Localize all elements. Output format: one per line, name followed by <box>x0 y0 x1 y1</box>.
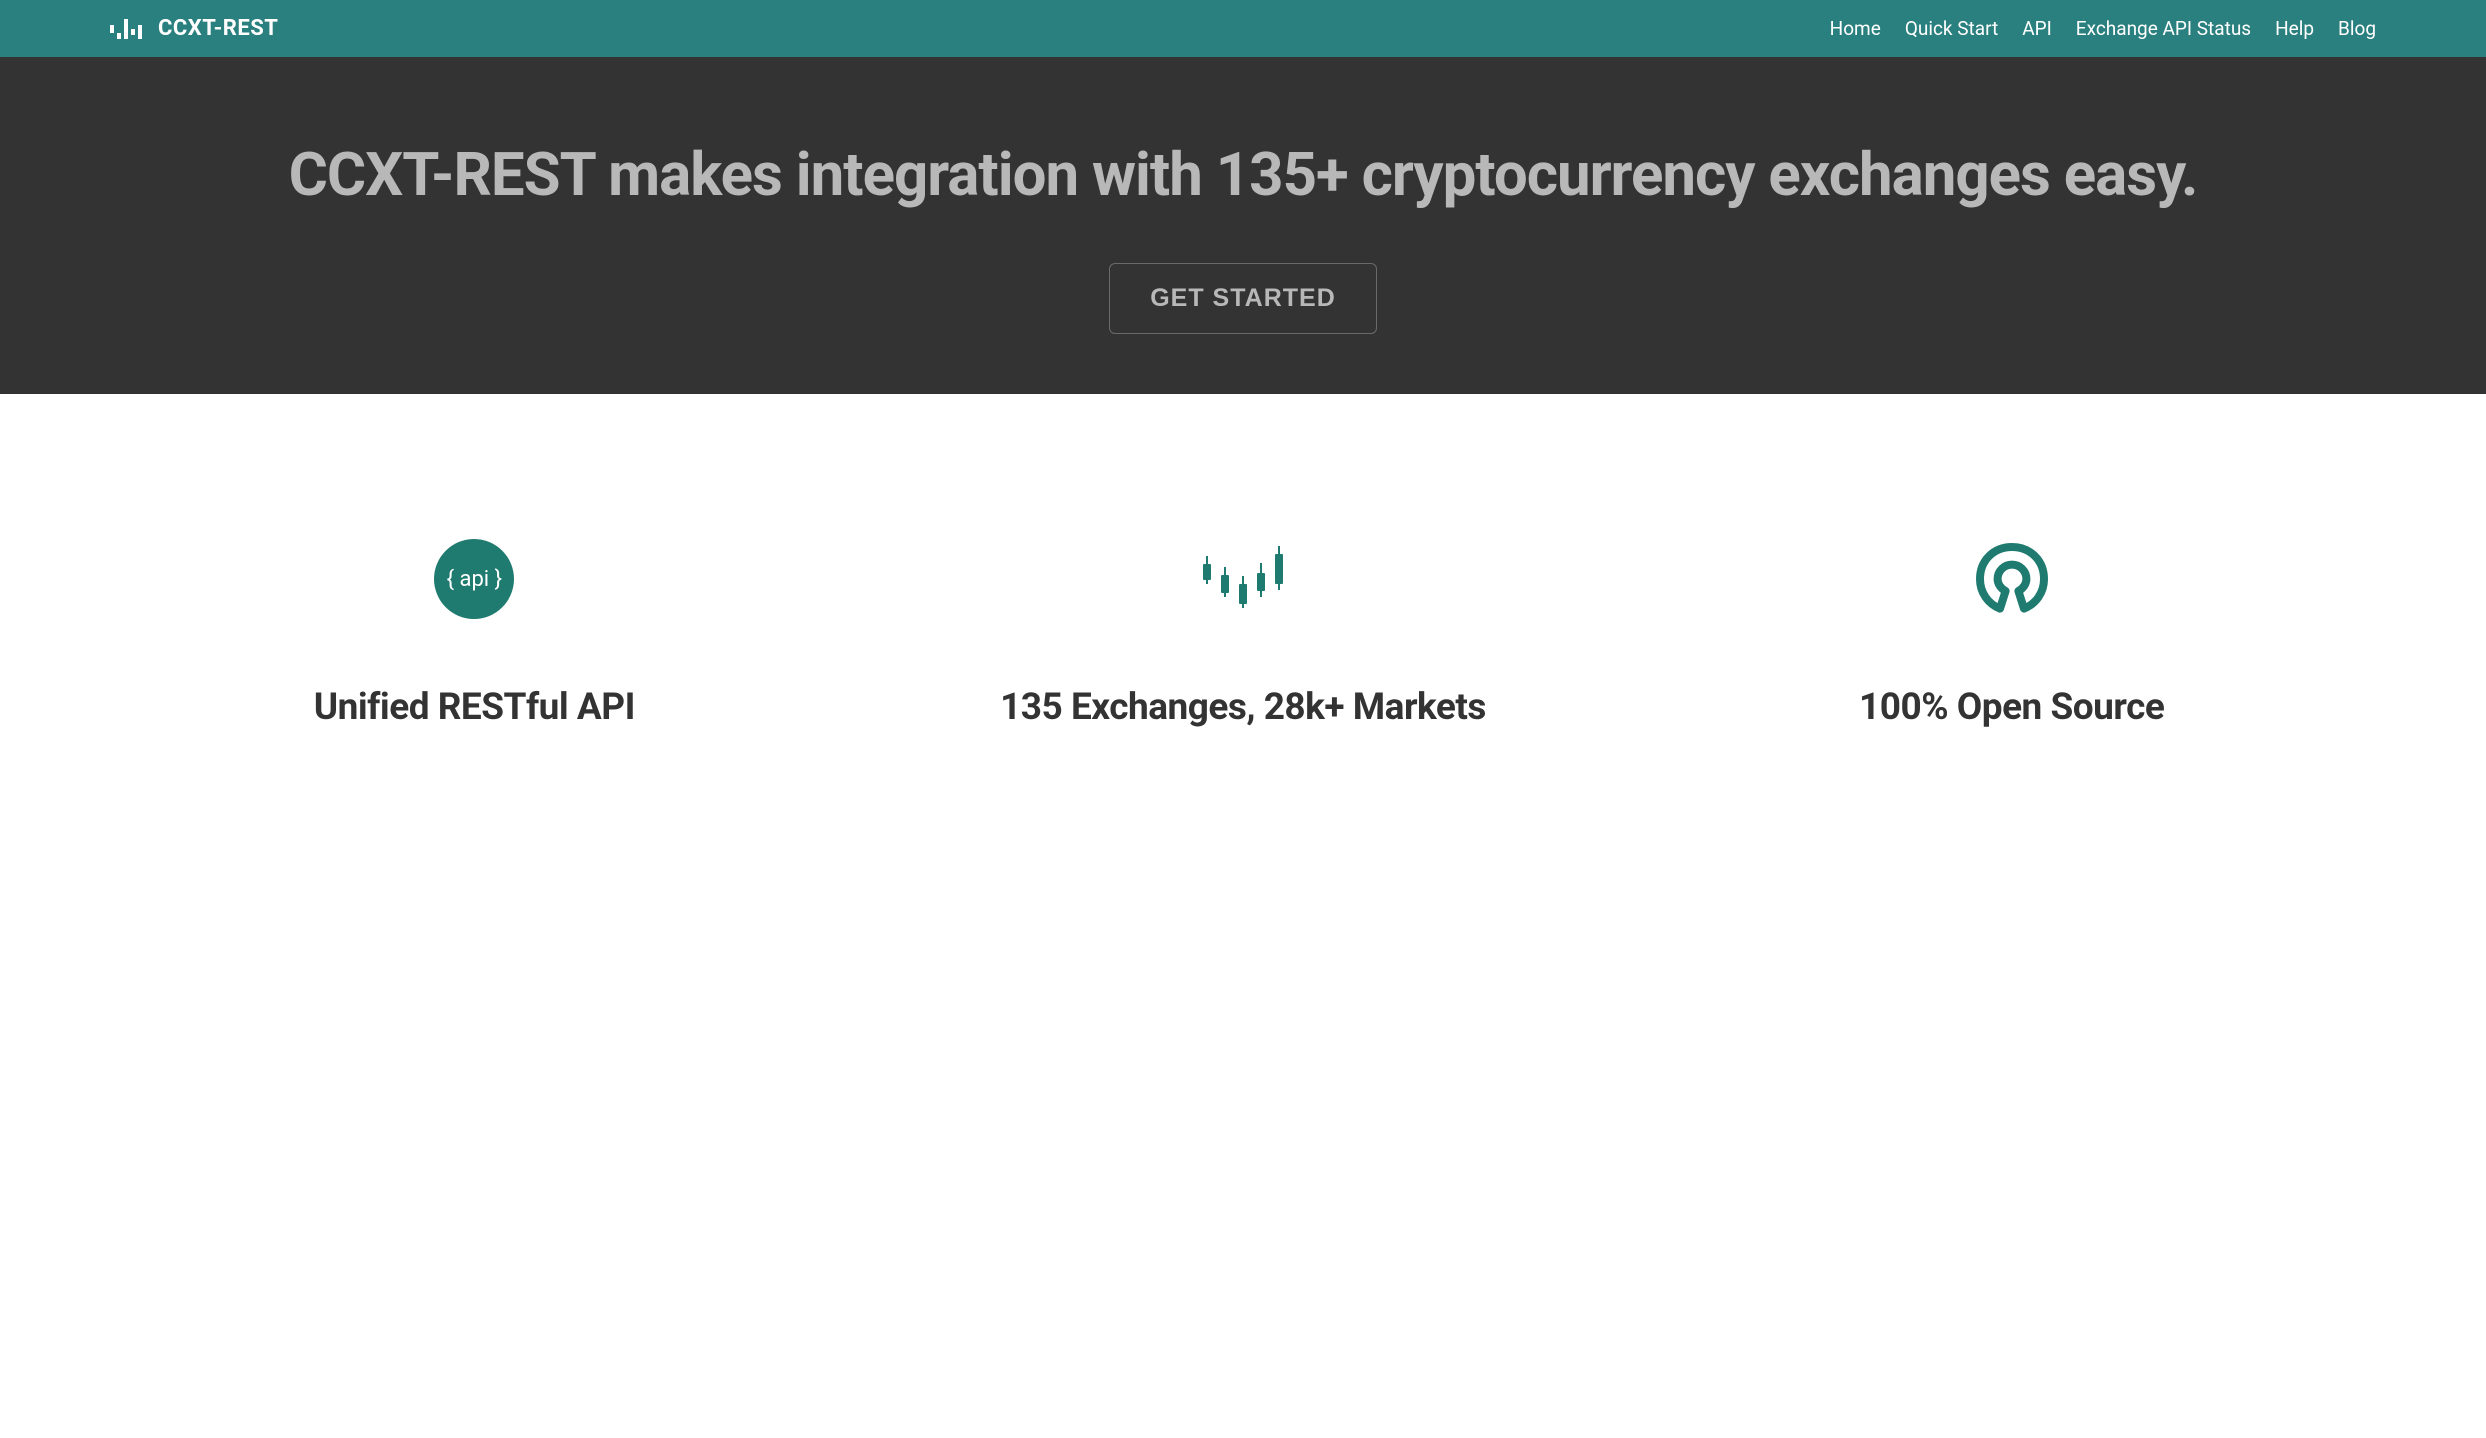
get-started-button[interactable]: GET STARTED <box>1109 263 1377 334</box>
nav-link-help[interactable]: Help <box>2275 17 2314 40</box>
api-icon: { api } <box>110 534 839 624</box>
feature-title: Unified RESTful API <box>110 684 839 732</box>
opensource-icon <box>1647 534 2376 624</box>
candlestick-icon <box>879 534 1608 624</box>
nav-links: Home Quick Start API Exchange API Status… <box>1830 17 2376 40</box>
navbar: CCXT-REST Home Quick Start API Exchange … <box>0 0 2486 57</box>
feature-title: 100% Open Source <box>1647 684 2376 732</box>
hero-section: CCXT-REST makes integration with 135+ cr… <box>0 57 2486 394</box>
feature-open-source: 100% Open Source <box>1647 534 2376 732</box>
nav-link-blog[interactable]: Blog <box>2338 17 2376 40</box>
feature-exchanges: 135 Exchanges, 28k+ Markets <box>879 534 1608 732</box>
navbar-brand[interactable]: CCXT-REST <box>110 16 278 41</box>
nav-link-home[interactable]: Home <box>1830 17 1881 40</box>
logo-icon <box>110 19 142 39</box>
nav-link-api[interactable]: API <box>2022 17 2052 40</box>
feature-title: 135 Exchanges, 28k+ Markets <box>879 684 1608 732</box>
nav-link-quick-start[interactable]: Quick Start <box>1905 17 1998 40</box>
feature-unified-api: { api } Unified RESTful API <box>110 534 839 732</box>
nav-link-exchange-api-status[interactable]: Exchange API Status <box>2076 17 2251 40</box>
features-section: { api } Unified RESTful API <box>0 394 2486 732</box>
hero-title: CCXT-REST makes integration with 135+ cr… <box>110 127 2376 223</box>
brand-name: CCXT-REST <box>158 16 278 41</box>
